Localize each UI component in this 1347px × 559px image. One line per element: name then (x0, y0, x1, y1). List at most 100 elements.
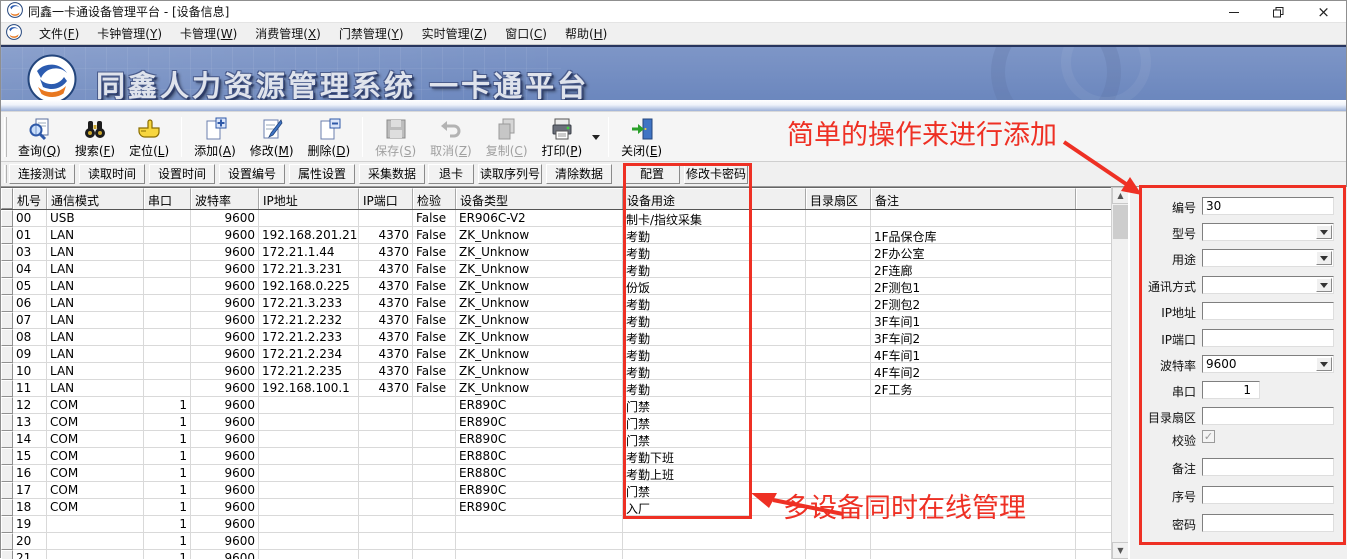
print-dropdown-arrow-icon[interactable] (589, 130, 603, 144)
add-button[interactable]: 添加(A) (188, 113, 242, 161)
table-row[interactable]: 10LAN9600172.21.2.2354370FalseZK_Unknow考… (1, 363, 1111, 380)
table-row[interactable]: 17COM19600ER890C门禁 (1, 482, 1111, 499)
set-time-button[interactable]: 设置时间 (149, 164, 215, 184)
print-button[interactable]: 打印(P) (536, 113, 589, 161)
serial-no-field[interactable] (1202, 486, 1334, 504)
menu-access-mgmt[interactable]: 门禁管理(Y) (330, 23, 413, 44)
table-row[interactable]: 04LAN9600172.21.3.2314370FalseZK_Unknow考… (1, 261, 1111, 278)
menu-consume-mgmt[interactable]: 消费管理(X) (246, 23, 330, 44)
scroll-down-button[interactable]: ▼ (1112, 542, 1129, 559)
table-row[interactable]: 05LAN9600192.168.0.2254370FalseZK_Unknow… (1, 278, 1111, 295)
row-selector[interactable] (1, 465, 13, 482)
row-selector[interactable] (1, 210, 13, 227)
table-row[interactable]: 14COM19600ER890C门禁 (1, 431, 1111, 448)
row-selector[interactable] (1, 312, 13, 329)
toolbar-grip[interactable] (4, 165, 7, 183)
usage-select[interactable] (1202, 249, 1334, 267)
row-selector[interactable] (1, 431, 13, 448)
toolbar-grip[interactable] (4, 117, 7, 157)
property-settings-button[interactable]: 属性设置 (289, 164, 355, 184)
column-header[interactable]: 串口 (144, 188, 191, 209)
table-row[interactable]: 01LAN9600192.168.201.2134370FalseZK_Unkn… (1, 227, 1111, 244)
clear-data-button[interactable]: 清除数据 (546, 164, 612, 184)
table-row[interactable]: 1919600 (1, 516, 1111, 533)
locate-button[interactable]: 定位(L) (123, 113, 175, 161)
row-selector[interactable] (1, 295, 13, 312)
table-row[interactable]: 09LAN9600172.21.2.2344370FalseZK_Unknow考… (1, 346, 1111, 363)
ip-port-field[interactable] (1202, 329, 1334, 347)
scrollbar-thumb[interactable] (1113, 205, 1128, 239)
column-header[interactable]: 机号 (13, 188, 47, 209)
table-row[interactable]: 12COM19600ER890C门禁 (1, 397, 1111, 414)
row-selector[interactable] (1, 346, 13, 363)
chevron-down-icon[interactable] (1316, 278, 1332, 292)
row-selector[interactable] (1, 533, 13, 550)
row-selector[interactable] (1, 414, 13, 431)
delete-button[interactable]: 删除(D) (302, 113, 357, 161)
connect-test-button[interactable]: 连接测试 (9, 164, 75, 184)
menu-card-mgmt[interactable]: 卡管理(W) (171, 23, 246, 44)
table-row[interactable]: 11LAN9600192.168.100.14370FalseZK_Unknow… (1, 380, 1111, 397)
chevron-down-icon[interactable] (1316, 251, 1332, 265)
row-selector[interactable] (1, 499, 13, 516)
search-button[interactable]: 搜索(F) (69, 113, 121, 161)
query-button[interactable]: 查询(Q) (12, 113, 67, 161)
row-selector[interactable] (1, 482, 13, 499)
row-selector[interactable] (1, 261, 13, 278)
column-header[interactable]: 通信模式 (47, 188, 144, 209)
comm-mode-select[interactable] (1202, 276, 1334, 294)
read-time-button[interactable]: 读取时间 (79, 164, 145, 184)
collect-data-button[interactable]: 采集数据 (359, 164, 425, 184)
column-header[interactable]: 设备类型 (456, 188, 623, 209)
column-header[interactable]: IP端口 (359, 188, 413, 209)
row-selector[interactable] (1, 448, 13, 465)
baud-rate-select[interactable]: 9600 (1202, 355, 1334, 373)
chevron-down-icon[interactable] (1316, 225, 1332, 239)
ip-address-field[interactable] (1202, 302, 1334, 320)
table-row[interactable]: 06LAN9600172.21.3.2334370FalseZK_Unknow考… (1, 295, 1111, 312)
table-row[interactable]: 16COM19600ER880C考勤上班 (1, 465, 1111, 482)
table-row[interactable]: 03LAN9600172.21.1.444370FalseZK_Unknow考勤… (1, 244, 1111, 261)
remark-field[interactable] (1202, 458, 1334, 476)
close-button[interactable]: × (1301, 1, 1346, 23)
row-selector[interactable] (1, 278, 13, 295)
table-row[interactable]: 08LAN9600172.21.2.2334370FalseZK_Unknow考… (1, 329, 1111, 346)
column-header[interactable]: 检验 (413, 188, 456, 209)
close-button[interactable]: 关闭(E) (615, 113, 668, 161)
column-header[interactable]: IP地址 (259, 188, 359, 209)
row-selector[interactable] (1, 227, 13, 244)
menu-file[interactable]: 文件(F) (30, 23, 88, 44)
restore-button[interactable] (1256, 1, 1301, 23)
column-header[interactable]: 设备用途 (623, 188, 806, 209)
column-header[interactable]: 波特率 (191, 188, 259, 209)
serial-port-field[interactable]: 1 (1202, 381, 1260, 399)
password-field[interactable] (1202, 514, 1334, 532)
row-selector[interactable] (1, 329, 13, 346)
read-serial-button[interactable]: 读取序列号 (478, 164, 542, 184)
dir-sector-field[interactable] (1202, 407, 1334, 425)
menu-window[interactable]: 窗口(C) (496, 23, 556, 44)
config-button[interactable]: 配置 (624, 164, 680, 184)
table-row[interactable]: 2019600 (1, 533, 1111, 550)
scroll-up-button[interactable]: ▲ (1112, 187, 1129, 204)
minimize-button[interactable] (1211, 1, 1256, 23)
chevron-down-icon[interactable] (1316, 357, 1332, 371)
row-selector[interactable] (1, 244, 13, 261)
set-number-button[interactable]: 设置编号 (219, 164, 285, 184)
change-card-password-button[interactable]: 修改卡密码 (684, 164, 748, 184)
modify-button[interactable]: 修改(M) (244, 113, 300, 161)
table-row[interactable]: 00USB9600FalseER906C-V2制卡/指纹采集 (1, 210, 1111, 227)
model-select[interactable] (1202, 223, 1334, 241)
row-selector[interactable] (1, 380, 13, 397)
row-selector[interactable] (1, 397, 13, 414)
return-card-button[interactable]: 退卡 (428, 164, 474, 184)
menu-help[interactable]: 帮助(H) (556, 23, 616, 44)
column-header[interactable]: 备注 (871, 188, 1076, 209)
menu-realtime-mgmt[interactable]: 实时管理(Z) (413, 23, 497, 44)
table-row[interactable]: 13COM19600ER890C门禁 (1, 414, 1111, 431)
table-vertical-scrollbar[interactable]: ▲ ▼ (1111, 187, 1128, 559)
column-header[interactable]: 目录扇区 (806, 188, 871, 209)
row-selector[interactable] (1, 363, 13, 380)
menu-clock-mgmt[interactable]: 卡钟管理(Y) (88, 23, 171, 44)
number-field[interactable]: 30 (1202, 197, 1334, 215)
